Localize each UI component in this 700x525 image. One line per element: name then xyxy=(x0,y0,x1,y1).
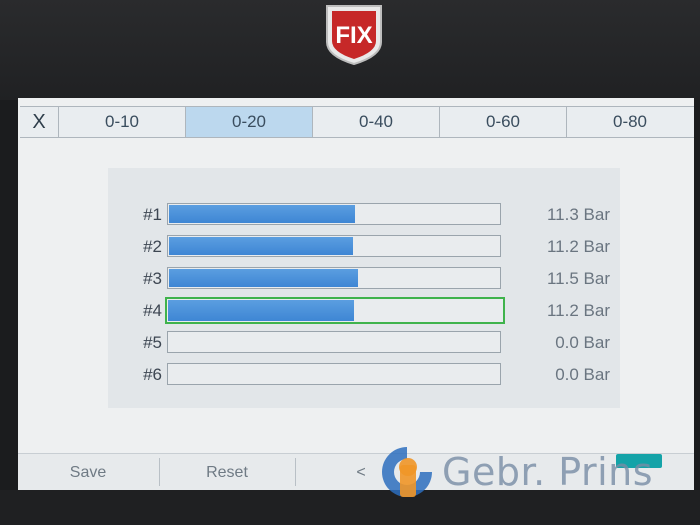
channel-label: #2 xyxy=(143,237,162,256)
pressure-bar[interactable] xyxy=(167,203,501,225)
channel-row-4[interactable]: #4 11.2 Bar xyxy=(108,297,620,324)
tab-range-0-20[interactable]: 0-20 xyxy=(185,107,312,137)
watermark: Gebr. Prins xyxy=(378,442,653,502)
pressure-panel: #1 11.3 Bar #2 11.2 Bar #3 11.5 Bar #4 1… xyxy=(108,168,620,408)
tab-range-0-60[interactable]: 0-60 xyxy=(439,107,566,137)
pressure-fill xyxy=(169,269,358,287)
fix-brand-logo: FIX xyxy=(326,5,382,66)
device-bezel-top: FIX xyxy=(0,0,700,100)
pressure-fill xyxy=(169,205,355,223)
channel-label: #1 xyxy=(143,205,162,224)
pressure-bar[interactable] xyxy=(167,363,501,385)
pressure-bar[interactable] xyxy=(167,235,501,257)
channel-row-1[interactable]: #1 11.3 Bar xyxy=(108,202,620,228)
pressure-value: 0.0 Bar xyxy=(555,333,610,352)
pressure-bar[interactable] xyxy=(167,267,501,289)
logo-text: FIX xyxy=(335,22,372,49)
pressure-value: 11.2 Bar xyxy=(546,301,610,320)
tab-range-0-10[interactable]: 0-10 xyxy=(58,107,185,137)
watermark-logo-icon xyxy=(382,447,432,497)
range-tab-bar: X 0-10 0-20 0-40 0-60 0-80 xyxy=(20,106,694,138)
save-button[interactable]: Save xyxy=(18,454,158,490)
channel-label: #4 xyxy=(143,301,162,320)
pressure-value: 11.5 Bar xyxy=(546,269,610,288)
tab-range-0-40[interactable]: 0-40 xyxy=(312,107,439,137)
channel-label: #6 xyxy=(143,365,162,384)
channel-row-3[interactable]: #3 11.5 Bar xyxy=(108,266,620,292)
pressure-fill xyxy=(169,237,353,255)
pressure-value: 0.0 Bar xyxy=(555,365,610,384)
tab-range-0-80[interactable]: 0-80 xyxy=(566,107,693,137)
close-button[interactable]: X xyxy=(20,107,58,137)
pressure-fill xyxy=(168,300,355,321)
channel-row-6[interactable]: #6 0.0 Bar xyxy=(108,362,620,388)
channel-row-2[interactable]: #2 11.2 Bar xyxy=(108,234,620,260)
pressure-value: 11.2 Bar xyxy=(546,237,610,256)
channel-label: #3 xyxy=(143,269,162,288)
pressure-value: 11.3 Bar xyxy=(546,205,610,224)
watermark-text: Gebr. Prins xyxy=(442,450,654,494)
touch-screen: X 0-10 0-20 0-40 0-60 0-80 #1 11.3 Bar #… xyxy=(18,98,694,490)
pressure-bar[interactable] xyxy=(167,331,501,353)
channel-row-5[interactable]: #5 0.0 Bar xyxy=(108,330,620,356)
reset-button[interactable]: Reset xyxy=(160,454,294,490)
channel-label: #5 xyxy=(143,333,162,352)
pressure-bar-selected[interactable] xyxy=(165,297,505,324)
